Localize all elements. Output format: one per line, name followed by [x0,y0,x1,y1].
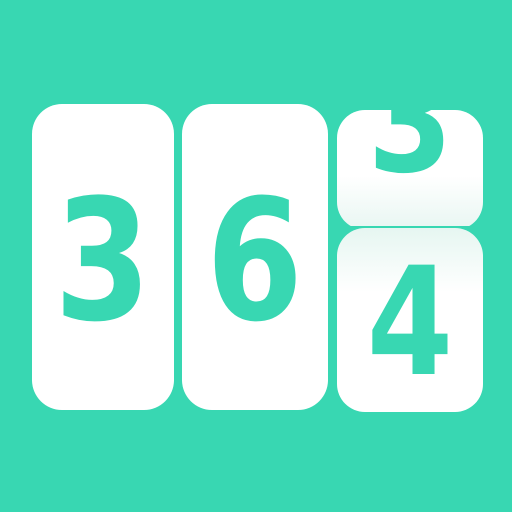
counter-digit-2: 6 [206,163,304,359]
counter-flip-tile-bottom: 4 [337,228,483,412]
counter-digit-tile-1: 3 [32,104,174,410]
counter-digit-1: 3 [54,163,152,359]
counter-flip-tile-top: 3 [337,110,483,230]
counter-digit-3-previous: 3 [367,110,453,206]
app-icon: 3 6 3 4 [0,0,512,512]
counter-digit-3-current: 4 [366,236,454,410]
counter-digit-tile-2: 6 [182,104,328,410]
